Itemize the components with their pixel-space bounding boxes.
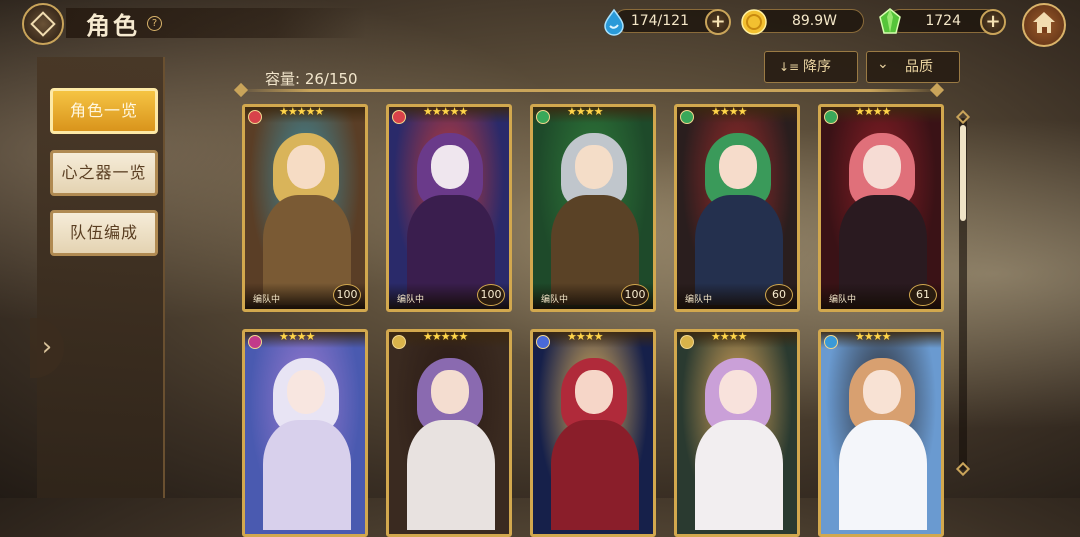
character-card[interactable]: ★★★★★ 编队中 100 <box>242 104 368 312</box>
sidebar-item-character-list[interactable]: 角色一览 <box>50 88 158 134</box>
character-face <box>863 145 901 189</box>
level-badge: 60 <box>765 284 793 306</box>
character-face <box>431 370 469 414</box>
element-icon <box>824 110 838 124</box>
back-button[interactable] <box>22 3 64 45</box>
character-face <box>431 145 469 189</box>
character-body <box>263 420 351 530</box>
sort-icon: ↓≡ <box>779 60 800 74</box>
character-card[interactable]: ★★★★ <box>674 329 800 537</box>
character-card[interactable]: ★★★★ 编队中 100 <box>530 104 656 312</box>
level-badge: 100 <box>477 284 505 306</box>
stamina-add-button[interactable]: + <box>705 9 731 35</box>
rarity-stars: ★★★★ <box>855 330 891 343</box>
element-icon <box>248 335 262 349</box>
rarity-stars: ★★★★ <box>855 105 891 118</box>
team-status-label: 编队中 <box>829 295 857 305</box>
team-status-label: 编队中 <box>253 295 281 305</box>
filter-label: 品质 <box>905 59 933 75</box>
rarity-stars: ★★★★★ <box>423 330 468 343</box>
water-drop-icon <box>604 8 624 36</box>
sort-order-button[interactable]: ↓≡ 降序 <box>764 51 858 83</box>
character-body <box>695 420 783 530</box>
gem-add-button[interactable]: + <box>980 9 1006 35</box>
sidebar-item-heart-vessel-list[interactable]: 心之器一览 <box>50 150 158 196</box>
character-card[interactable]: ★★★★ <box>818 329 944 537</box>
team-status-label: 编队中 <box>397 295 425 305</box>
rarity-stars: ★★★★ <box>711 330 747 343</box>
green-gem-icon <box>879 8 901 34</box>
element-icon <box>392 110 406 124</box>
capacity-label: 容量: 26/150 <box>265 70 358 88</box>
chevron-down-icon: ⌄ <box>877 56 889 72</box>
element-icon <box>392 335 406 349</box>
gem-value: 1724 <box>925 13 961 29</box>
gold-coin-icon <box>741 9 767 35</box>
rarity-stars: ★★★★ <box>567 105 603 118</box>
rarity-stars: ★★★★ <box>279 330 315 343</box>
scrollbar-thumb[interactable] <box>960 125 966 221</box>
home-icon <box>1033 12 1055 22</box>
level-badge: 61 <box>909 284 937 306</box>
sort-label: 降序 <box>803 59 831 75</box>
character-card[interactable]: ★★★★★ 编队中 100 <box>386 104 512 312</box>
character-card[interactable]: ★★★★ 编队中 61 <box>818 104 944 312</box>
character-card[interactable]: ★★★★ <box>530 329 656 537</box>
help-icon[interactable]: ? <box>147 16 162 31</box>
rarity-stars: ★★★★ <box>711 105 747 118</box>
element-icon <box>824 335 838 349</box>
character-face <box>575 145 613 189</box>
home-icon-door <box>1042 27 1047 33</box>
character-card[interactable]: ★★★★★ <box>386 329 512 537</box>
divider-line <box>240 89 940 92</box>
character-card[interactable]: ★★★★ 编队中 60 <box>674 104 800 312</box>
home-button[interactable] <box>1022 3 1066 47</box>
character-body <box>551 420 639 530</box>
back-diamond-icon <box>30 11 56 37</box>
page-title: 角色 <box>86 12 140 40</box>
element-icon <box>248 110 262 124</box>
element-icon <box>536 335 550 349</box>
character-body <box>407 420 495 530</box>
team-status-label: 编队中 <box>541 295 569 305</box>
top-bar: 角色 ? 174/121 + 89.9W 1724 + <box>0 0 1080 47</box>
character-face <box>287 370 325 414</box>
rarity-stars: ★★★★★ <box>279 105 324 118</box>
character-face <box>575 370 613 414</box>
rarity-stars: ★★★★ <box>567 330 603 343</box>
element-icon <box>680 335 694 349</box>
element-icon <box>536 110 550 124</box>
team-status-label: 编队中 <box>685 295 713 305</box>
level-badge: 100 <box>333 284 361 306</box>
character-face <box>719 370 757 414</box>
character-body <box>839 420 927 530</box>
gold-value: 89.9W <box>791 13 837 29</box>
character-face <box>863 370 901 414</box>
character-card[interactable]: ★★★★ <box>242 329 368 537</box>
quality-filter-button[interactable]: ⌄ 品质 <box>866 51 960 83</box>
sidebar-item-team-formation[interactable]: 队伍编成 <box>50 210 158 256</box>
level-badge: 100 <box>621 284 649 306</box>
character-face <box>719 145 757 189</box>
stamina-value: 174/121 <box>630 13 689 29</box>
rarity-stars: ★★★★★ <box>423 105 468 118</box>
character-face <box>287 145 325 189</box>
element-icon <box>680 110 694 124</box>
